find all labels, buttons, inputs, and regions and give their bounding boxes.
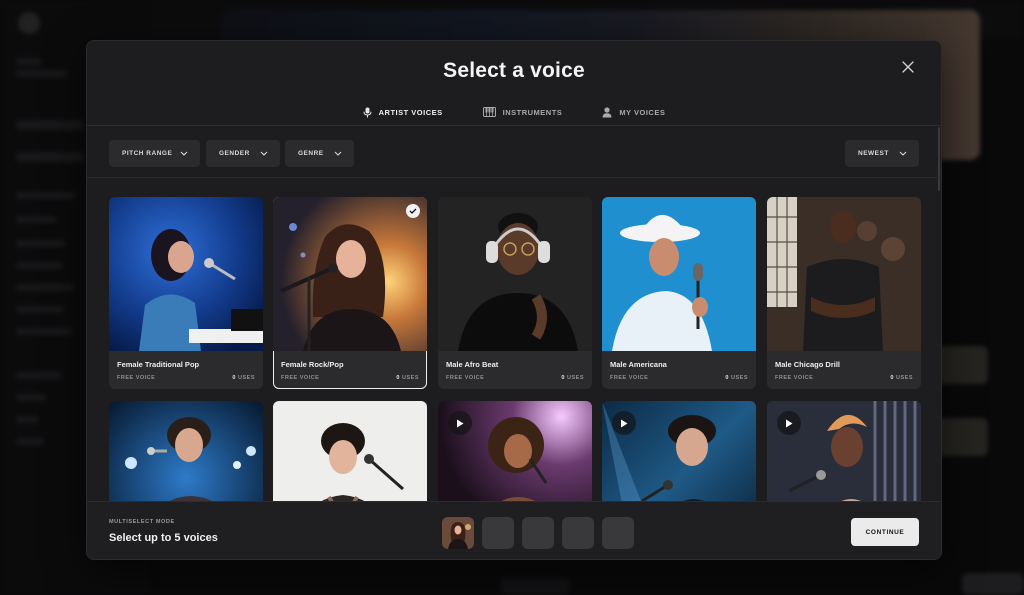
close-icon: [902, 61, 914, 73]
selected-voice-slots: [442, 517, 634, 549]
voice-artwork: [602, 197, 756, 351]
divider: [87, 125, 941, 126]
uses-label: USES: [896, 375, 913, 381]
voice-card[interactable]: Male Afro Beat FREE VOICE 0 USES: [438, 197, 592, 389]
gender-dropdown[interactable]: GENDER: [206, 140, 280, 167]
chevron-down-icon: [260, 151, 268, 156]
voice-name: Female Traditional Pop: [117, 360, 200, 369]
voice-card[interactable]: [273, 401, 427, 503]
voice-card[interactable]: Female Traditional Pop FREE VOICE 0 USES: [109, 197, 263, 389]
voice-name: Male Americana: [610, 360, 667, 369]
tab-my-voices[interactable]: MY VOICES: [595, 99, 672, 125]
tab-instruments[interactable]: INSTRUMENTS: [476, 99, 570, 125]
voice-type: FREE VOICE: [775, 375, 814, 381]
uses-label: USES: [731, 375, 748, 381]
voice-artwork: [109, 401, 263, 503]
select-voice-modal: Select a voice ARTIST VOICES INSTRUMENTS: [86, 40, 942, 560]
voice-uses: 0 USES: [396, 375, 419, 381]
multiselect-mode-label: MULTISELECT MODE: [109, 519, 175, 525]
uses-label: USES: [238, 375, 255, 381]
voice-card-selected[interactable]: Female Rock/Pop FREE VOICE 0 USES: [273, 197, 427, 389]
voice-card[interactable]: Male Chicago Drill FREE VOICE 0 USES: [767, 197, 921, 389]
voice-type: FREE VOICE: [610, 375, 649, 381]
chevron-down-icon: [180, 151, 188, 156]
voice-grid: Female Traditional Pop FREE VOICE 0 USES: [109, 197, 921, 503]
voice-uses: 0 USES: [890, 375, 913, 381]
uses-label: USES: [402, 375, 419, 381]
voice-artwork: [767, 197, 921, 351]
selected-voice-slot-filled[interactable]: [442, 517, 474, 549]
voice-artwork: [109, 197, 263, 351]
close-button[interactable]: [901, 60, 915, 74]
voice-name: Female Rock/Pop: [281, 360, 344, 369]
voice-name: Male Chicago Drill: [775, 360, 841, 369]
sort-dropdown[interactable]: NEWEST: [845, 140, 919, 167]
uses-count: 0: [561, 375, 565, 381]
tab-label: MY VOICES: [619, 107, 666, 117]
voice-card[interactable]: Male Americana FREE VOICE 0 USES: [602, 197, 756, 389]
sort-label: NEWEST: [858, 150, 889, 157]
play-button[interactable]: [777, 411, 801, 435]
uses-count: 0: [725, 375, 729, 381]
voice-type: FREE VOICE: [446, 375, 485, 381]
voice-tabs: ARTIST VOICES INSTRUMENTS MY VOICES: [87, 99, 941, 126]
voice-artwork: [273, 197, 427, 351]
voice-artwork: [273, 401, 427, 503]
user-icon: [602, 106, 612, 117]
play-icon: [457, 419, 464, 427]
chevron-down-icon: [899, 151, 907, 156]
piano-icon: [482, 107, 496, 117]
divider: [87, 177, 941, 178]
selected-voice-slot-empty: [602, 517, 634, 549]
play-icon: [621, 419, 628, 427]
voice-card[interactable]: [109, 401, 263, 503]
pitch-range-dropdown[interactable]: PITCH RANGE: [109, 140, 200, 167]
voice-card[interactable]: [438, 401, 592, 503]
selected-voice-slot-empty: [522, 517, 554, 549]
continue-button[interactable]: CONTINUE: [851, 518, 919, 546]
gender-label: GENDER: [219, 150, 250, 157]
voice-card[interactable]: [767, 401, 921, 503]
play-button[interactable]: [448, 411, 472, 435]
scrollbar[interactable]: [938, 127, 940, 191]
voice-name: Male Afro Beat: [446, 360, 499, 369]
selected-voice-slot-empty: [482, 517, 514, 549]
tab-label: INSTRUMENTS: [502, 107, 563, 117]
uses-count: 0: [396, 375, 400, 381]
multiselect-instruction: Select up to 5 voices: [109, 532, 218, 544]
voice-type: FREE VOICE: [281, 375, 320, 381]
voice-uses: 0 USES: [725, 375, 748, 381]
voice-uses: 0 USES: [232, 375, 255, 381]
genre-label: GENRE: [298, 150, 324, 157]
voice-artwork: [438, 197, 592, 351]
uses-label: USES: [567, 375, 584, 381]
modal-title: Select a voice: [443, 59, 585, 82]
tab-label: ARTIST VOICES: [378, 107, 443, 117]
tab-artist-voices[interactable]: ARTIST VOICES: [355, 99, 450, 126]
filter-bar: PITCH RANGE GENDER GENRE NEWEST: [109, 140, 919, 167]
uses-count: 0: [890, 375, 894, 381]
uses-count: 0: [232, 375, 236, 381]
selected-voice-slot-empty: [562, 517, 594, 549]
modal-footer: MULTISELECT MODE Select up to 5 voices C…: [87, 501, 941, 559]
microphone-icon: [363, 107, 372, 117]
genre-dropdown[interactable]: GENRE: [285, 140, 354, 167]
chevron-down-icon: [334, 151, 342, 156]
voice-card[interactable]: [602, 401, 756, 503]
voice-type: FREE VOICE: [117, 375, 156, 381]
play-icon: [786, 419, 793, 427]
pitch-range-label: PITCH RANGE: [122, 150, 173, 157]
play-button[interactable]: [612, 411, 636, 435]
selected-check-icon: [406, 204, 420, 218]
voice-uses: 0 USES: [561, 375, 584, 381]
